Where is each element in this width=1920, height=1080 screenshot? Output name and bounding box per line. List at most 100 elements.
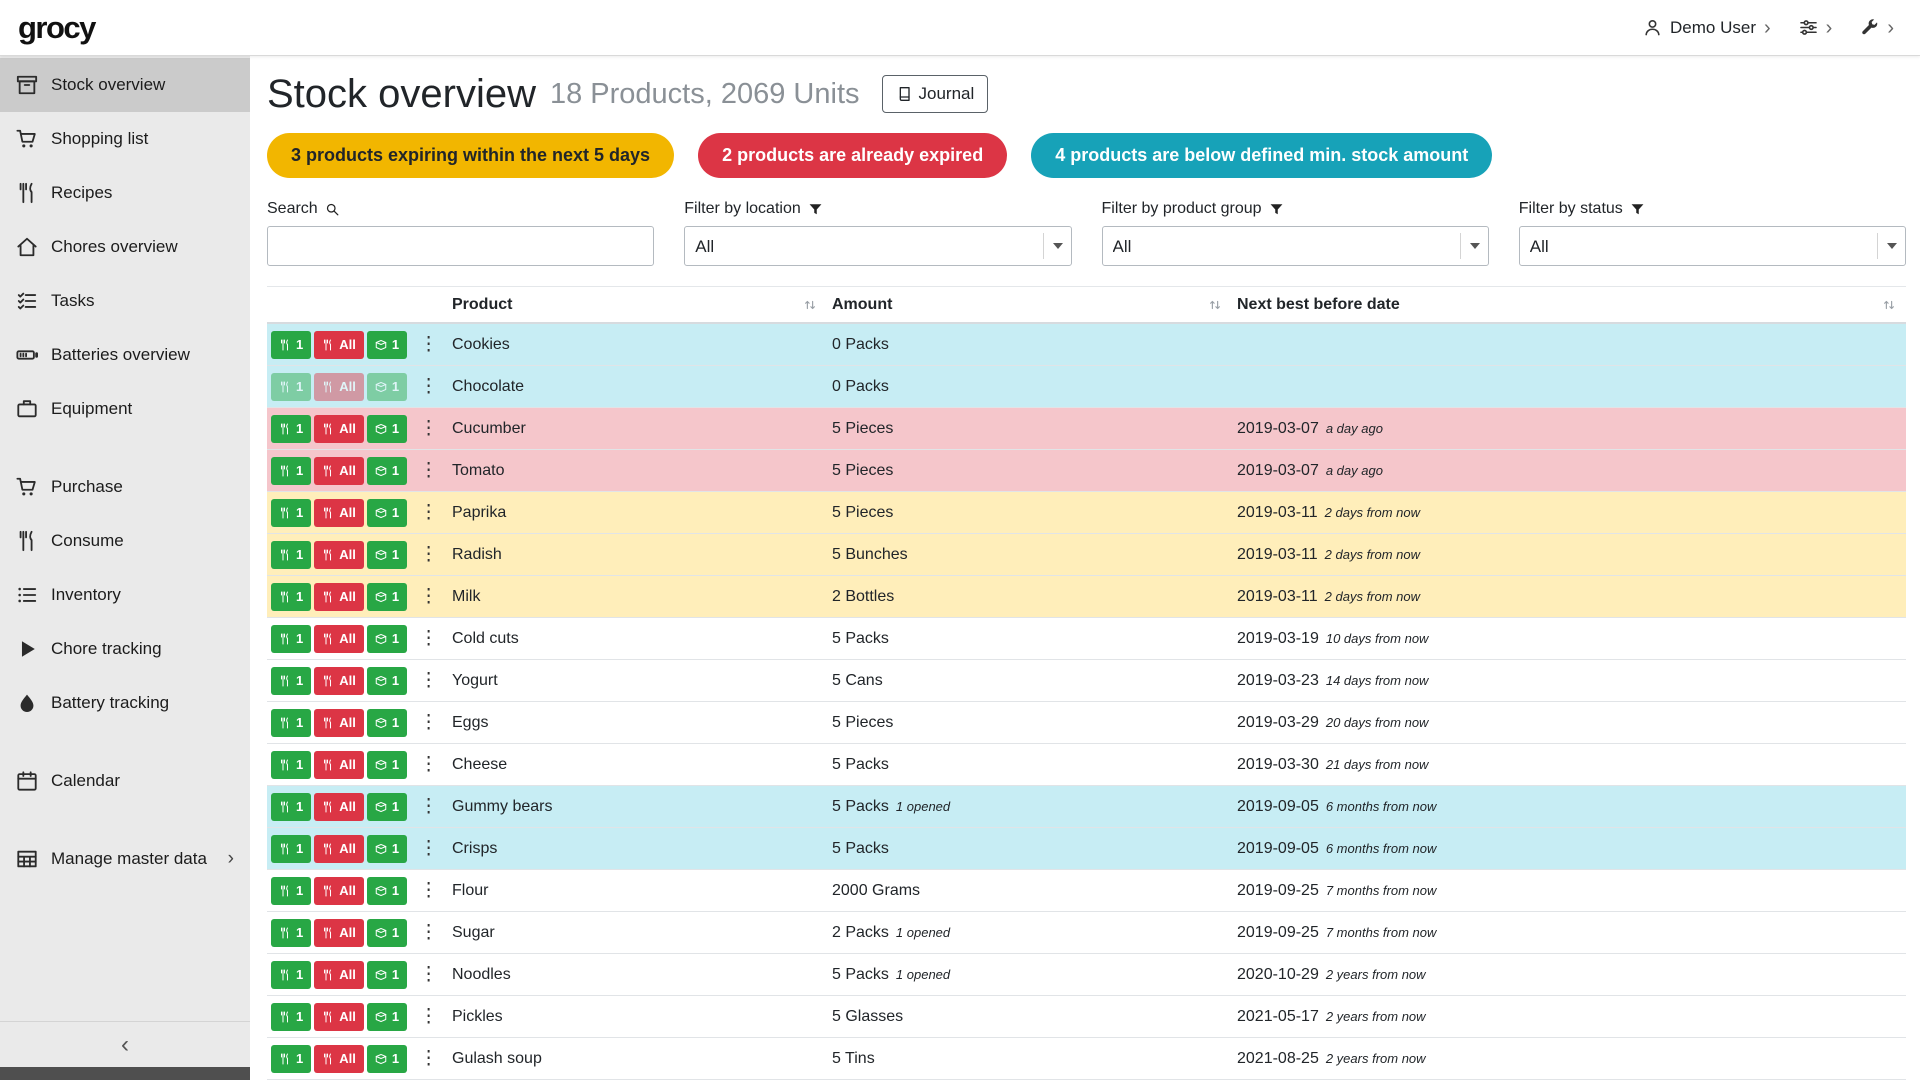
column-header-amount[interactable]: Amount [827,287,1232,322]
consume-all-button[interactable]: All [314,625,364,653]
row-menu-kebab-icon[interactable]: ⋮ [419,713,438,732]
consume-all-button[interactable]: All [314,373,364,401]
open-one-button[interactable]: 1 [367,415,407,443]
row-menu-kebab-icon[interactable]: ⋮ [419,461,438,480]
admin-menu[interactable]: › [1860,18,1894,38]
consume-one-button[interactable]: 1 [271,373,311,401]
consume-one-button[interactable]: 1 [271,583,311,611]
sidebar-item-inventory[interactable]: Inventory [0,568,250,622]
open-one-button[interactable]: 1 [367,373,407,401]
row-menu-kebab-icon[interactable]: ⋮ [419,419,438,438]
open-one-button[interactable]: 1 [367,709,407,737]
sidebar-item-recipes[interactable]: Recipes [0,166,250,220]
row-menu-kebab-icon[interactable]: ⋮ [419,797,438,816]
open-one-button[interactable]: 1 [367,793,407,821]
alert-below-min-stock[interactable]: 4 products are below defined min. stock … [1031,133,1492,178]
row-menu-kebab-icon[interactable]: ⋮ [419,671,438,690]
open-one-button[interactable]: 1 [367,541,407,569]
consume-all-button[interactable]: All [314,499,364,527]
row-menu-kebab-icon[interactable]: ⋮ [419,629,438,648]
consume-one-button[interactable]: 1 [271,457,311,485]
consume-one-button[interactable]: 1 [271,877,311,905]
open-one-button[interactable]: 1 [367,331,407,359]
product-group-select[interactable]: All [1102,226,1489,266]
row-menu-kebab-icon[interactable]: ⋮ [419,965,438,984]
row-menu-kebab-icon[interactable]: ⋮ [419,1049,438,1068]
settings-menu[interactable]: › [1799,18,1833,38]
sidebar-item-calendar[interactable]: Calendar [0,754,250,808]
sidebar-collapse-button[interactable]: ‹ [0,1021,250,1067]
consume-one-button[interactable]: 1 [271,1003,311,1031]
row-menu-kebab-icon[interactable]: ⋮ [419,545,438,564]
open-one-button[interactable]: 1 [367,1003,407,1031]
consume-one-button[interactable]: 1 [271,835,311,863]
consume-one-button[interactable]: 1 [271,751,311,779]
open-one-button[interactable]: 1 [367,835,407,863]
sidebar-item-purchase[interactable]: Purchase [0,460,250,514]
sidebar-item-consume[interactable]: Consume [0,514,250,568]
consume-all-button[interactable]: All [314,793,364,821]
alert-expiring[interactable]: 3 products expiring within the next 5 da… [267,133,674,178]
grocy-logo[interactable]: grocy [18,10,95,46]
consume-one-button[interactable]: 1 [271,625,311,653]
consume-all-button[interactable]: All [314,877,364,905]
sidebar-item-chores-overview[interactable]: Chores overview [0,220,250,274]
consume-all-button[interactable]: All [314,541,364,569]
row-menu-kebab-icon[interactable]: ⋮ [419,1007,438,1026]
status-select[interactable]: All [1519,226,1906,266]
consume-all-button[interactable]: All [314,415,364,443]
sidebar-item-shopping-list[interactable]: Shopping list [0,112,250,166]
consume-one-button[interactable]: 1 [271,709,311,737]
consume-one-button[interactable]: 1 [271,667,311,695]
sort-icon[interactable] [803,298,817,312]
consume-all-button[interactable]: All [314,667,364,695]
sidebar-item-chore-tracking[interactable]: Chore tracking [0,622,250,676]
sort-icon[interactable] [1208,298,1222,312]
journal-button[interactable]: Journal [882,75,989,113]
consume-one-button[interactable]: 1 [271,961,311,989]
consume-all-button[interactable]: All [314,709,364,737]
open-one-button[interactable]: 1 [367,751,407,779]
consume-one-button[interactable]: 1 [271,415,311,443]
consume-one-button[interactable]: 1 [271,499,311,527]
sidebar-item-manage-master-data[interactable]: Manage master data › [0,832,250,886]
alert-expired[interactable]: 2 products are already expired [698,133,1007,178]
consume-one-button[interactable]: 1 [271,541,311,569]
sidebar-item-battery-tracking[interactable]: Battery tracking [0,676,250,730]
consume-all-button[interactable]: All [314,961,364,989]
consume-all-button[interactable]: All [314,331,364,359]
consume-one-button[interactable]: 1 [271,331,311,359]
open-one-button[interactable]: 1 [367,625,407,653]
consume-all-button[interactable]: All [314,835,364,863]
consume-one-button[interactable]: 1 [271,919,311,947]
sidebar-item-batteries-overview[interactable]: Batteries overview [0,328,250,382]
row-menu-kebab-icon[interactable]: ⋮ [419,923,438,942]
sidebar-item-stock-overview[interactable]: Stock overview [0,58,250,112]
open-one-button[interactable]: 1 [367,919,407,947]
row-menu-kebab-icon[interactable]: ⋮ [419,335,438,354]
open-one-button[interactable]: 1 [367,583,407,611]
open-one-button[interactable]: 1 [367,961,407,989]
open-one-button[interactable]: 1 [367,667,407,695]
open-one-button[interactable]: 1 [367,499,407,527]
open-one-button[interactable]: 1 [367,877,407,905]
consume-all-button[interactable]: All [314,919,364,947]
consume-all-button[interactable]: All [314,1045,364,1073]
column-header-product[interactable]: Product [447,287,827,322]
search-input[interactable] [267,226,654,266]
consume-all-button[interactable]: All [314,583,364,611]
row-menu-kebab-icon[interactable]: ⋮ [419,503,438,522]
open-one-button[interactable]: 1 [367,1045,407,1073]
column-header-date[interactable]: Next best before date [1232,287,1906,322]
consume-all-button[interactable]: All [314,751,364,779]
row-menu-kebab-icon[interactable]: ⋮ [419,839,438,858]
user-menu[interactable]: Demo User › [1643,18,1771,38]
sidebar-item-equipment[interactable]: Equipment [0,382,250,436]
consume-all-button[interactable]: All [314,457,364,485]
row-menu-kebab-icon[interactable]: ⋮ [419,881,438,900]
open-one-button[interactable]: 1 [367,457,407,485]
consume-all-button[interactable]: All [314,1003,364,1031]
consume-one-button[interactable]: 1 [271,1045,311,1073]
location-select[interactable]: All [684,226,1071,266]
sidebar-item-tasks[interactable]: Tasks [0,274,250,328]
